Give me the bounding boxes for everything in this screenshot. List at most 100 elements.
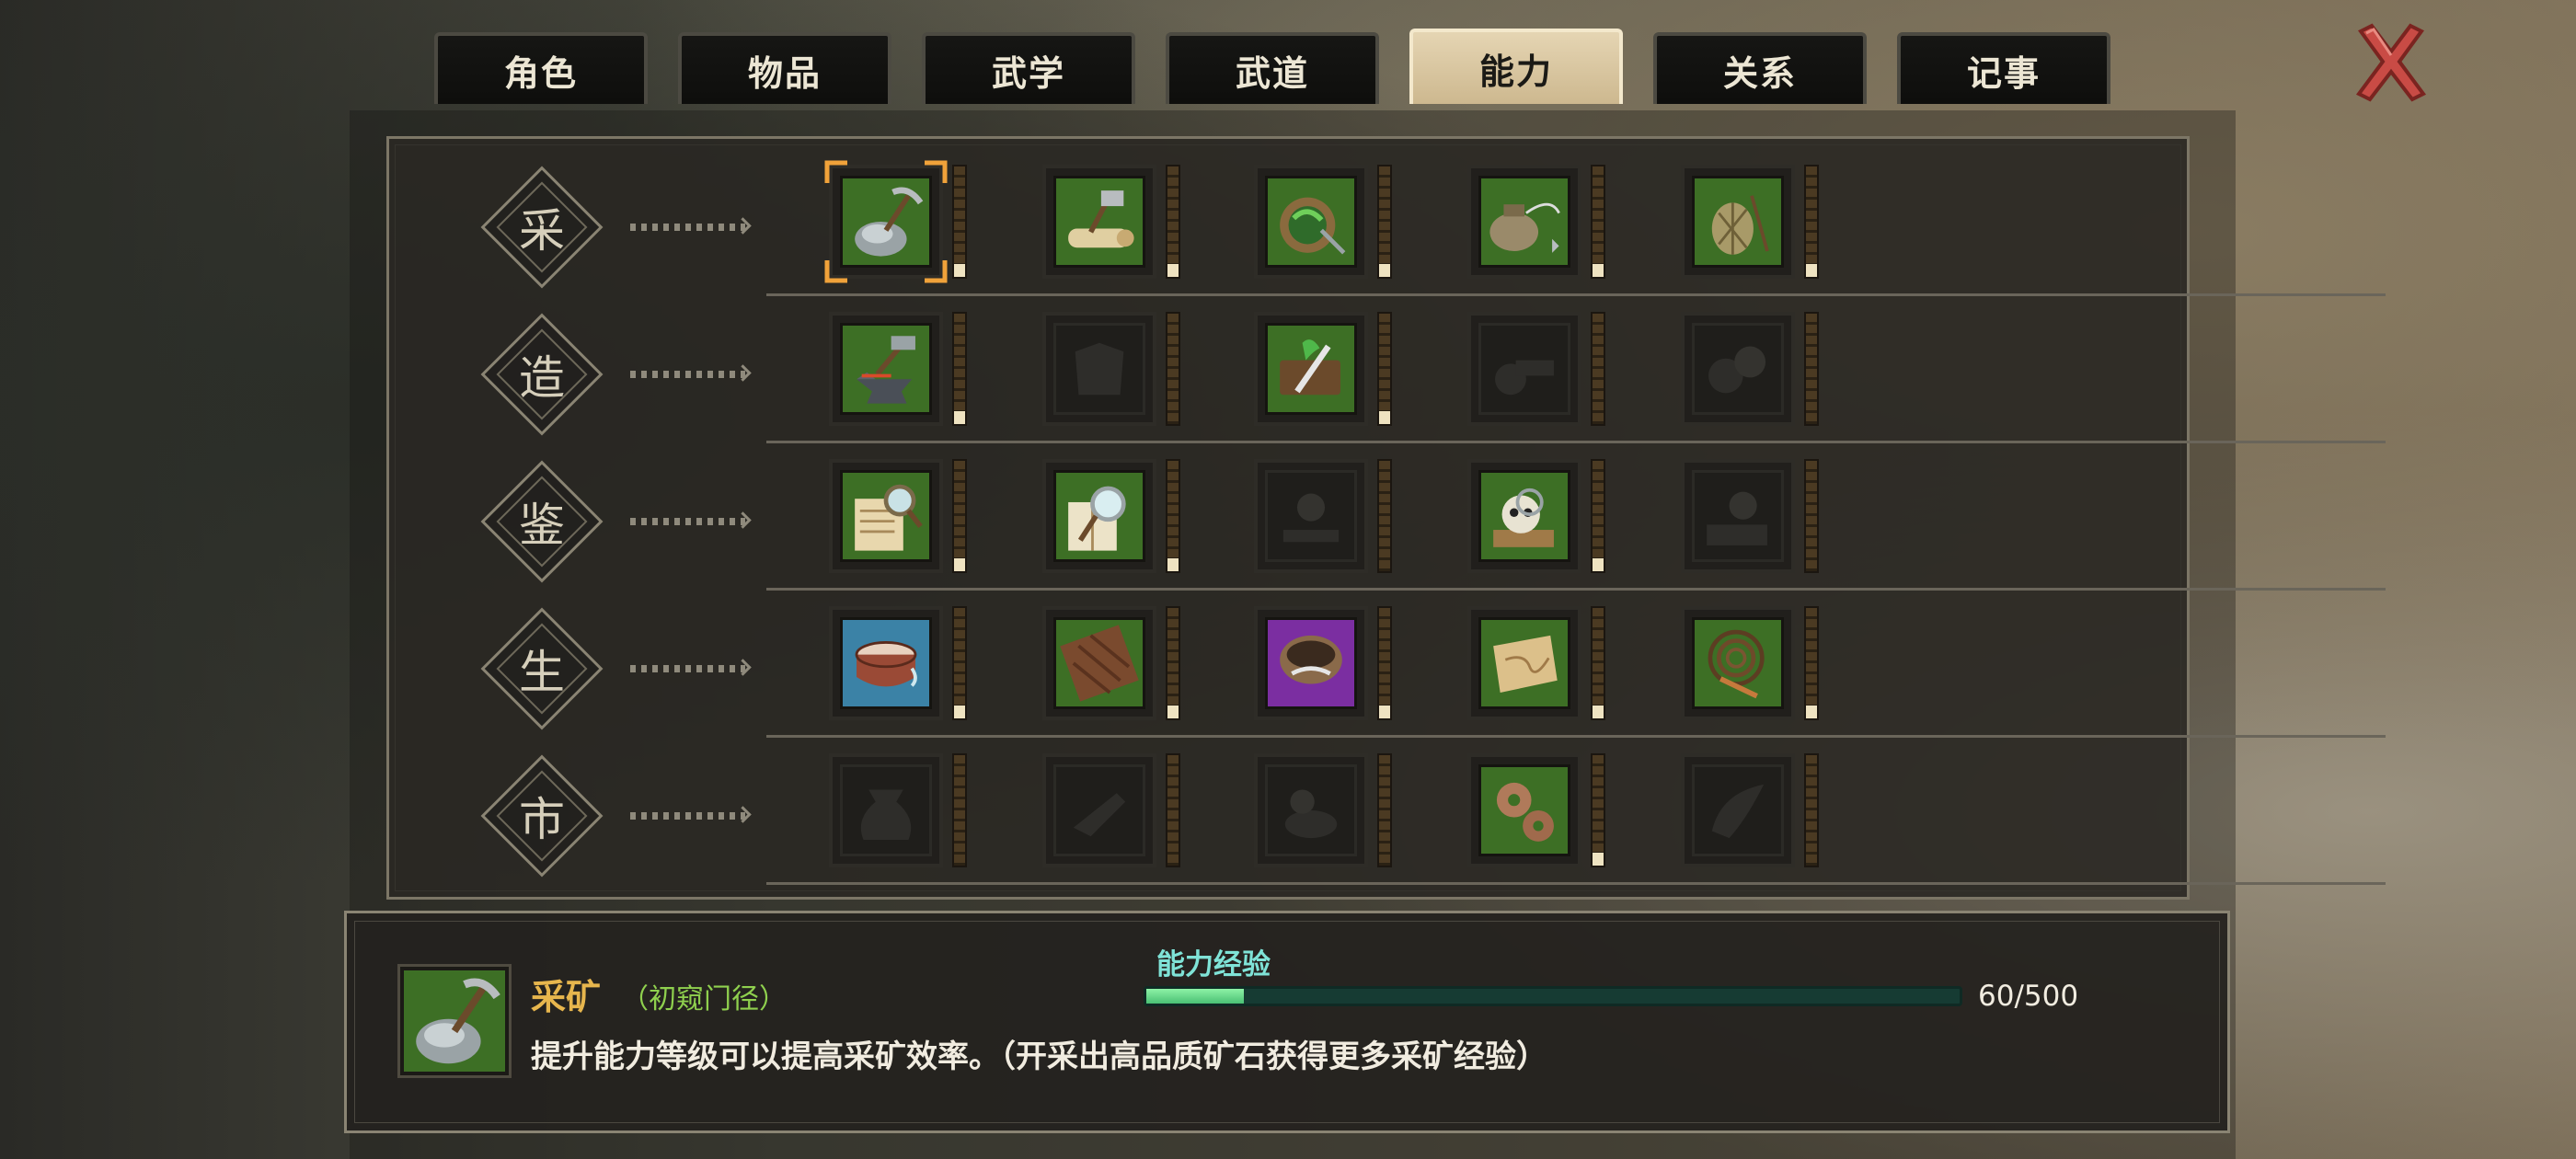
skill-level-fill (954, 557, 965, 571)
close-button[interactable] (2353, 20, 2429, 103)
skill-icon-tile (1692, 764, 1784, 856)
category-connector (630, 665, 745, 672)
skill-level-bar (1591, 459, 1605, 573)
net-trap-icon (1711, 195, 1769, 255)
tab-4[interactable]: 武道 (1166, 32, 1379, 104)
skill-slot[interactable] (1042, 312, 1180, 430)
category-connector (630, 518, 745, 525)
skill-slot[interactable] (1254, 459, 1392, 577)
skill-slot[interactable] (829, 312, 967, 430)
skill-icon-tile (840, 323, 932, 415)
skill-level-bar (1377, 753, 1392, 867)
skill-slot[interactable] (1467, 165, 1605, 282)
skill-level-fill (1593, 557, 1604, 571)
skill-slot[interactable] (1681, 312, 1819, 430)
skill-slot[interactable] (1467, 459, 1605, 577)
skill-level-bar (952, 312, 967, 426)
tab-6[interactable]: 关系 (1653, 32, 1867, 104)
detail-panel: 采矿 （初窥门径） 提升能力等级可以提高采矿效率。（开采出高品质矿石获得更多采矿… (344, 911, 2230, 1133)
skill-slot[interactable] (824, 160, 967, 283)
skill-icon-tile (1692, 470, 1784, 562)
skill-slot[interactable] (1681, 753, 1819, 871)
skill-level-fill (1167, 263, 1179, 277)
skill-slot[interactable] (829, 606, 967, 724)
stones-icon (1708, 346, 1766, 394)
skill-icon-tile (1265, 176, 1357, 268)
horn-icon (1711, 784, 1765, 839)
cannon-icon (1495, 360, 1554, 396)
herb-knife-icon (1280, 339, 1340, 396)
connector-arrow-icon (734, 806, 752, 823)
skill-slot[interactable] (1042, 606, 1180, 724)
selection-corners-icon (824, 160, 948, 283)
mortar-icon (1284, 789, 1338, 839)
tab-2[interactable]: 物品 (678, 32, 891, 104)
category-badge: 市 (477, 752, 606, 880)
herb-basket-icon (1280, 197, 1346, 255)
drum-icon (855, 641, 917, 687)
skill-level-bar (952, 753, 967, 867)
skill-level-fill (1806, 705, 1817, 718)
skill-level-fill (1806, 263, 1817, 277)
skill-slot[interactable] (1254, 312, 1392, 430)
whip-icon (1708, 629, 1765, 699)
category-badge: 生 (477, 604, 606, 733)
skill-slot[interactable] (1681, 459, 1819, 577)
skill-icon-tile (1478, 764, 1570, 856)
skill-level-bar (952, 606, 967, 720)
tab-5[interactable]: 能力 (1409, 29, 1623, 104)
pickaxe-ore-icon (416, 978, 500, 1064)
skill-slot[interactable] (1467, 753, 1605, 871)
chocolate-board-icon (1060, 625, 1139, 702)
skill-icon-tile (1265, 323, 1357, 415)
category-label: 市 (519, 793, 565, 846)
skill-level-fill (1379, 410, 1390, 424)
skill-level-fill (1167, 557, 1179, 571)
skill-level-bar (1591, 165, 1605, 279)
close-x-icon (2355, 23, 2427, 102)
skill-icon-tile (1692, 617, 1784, 709)
skull-magnifier-icon (1493, 488, 1554, 547)
skill-slot[interactable] (1254, 753, 1392, 871)
skill-icon-tile (1265, 764, 1357, 856)
skill-slot[interactable] (1042, 753, 1180, 871)
skill-slot[interactable] (1467, 606, 1605, 724)
scroll-magnifier-icon (855, 484, 923, 551)
skill-level-fill (954, 705, 965, 718)
skill-slot[interactable] (829, 459, 967, 577)
skill-slot[interactable] (1681, 165, 1819, 282)
skill-slot[interactable] (1681, 606, 1819, 724)
tab-1[interactable]: 角色 (434, 32, 648, 104)
skill-icon-tile (1478, 470, 1570, 562)
skill-slot[interactable] (1467, 312, 1605, 430)
detail-skill-description: 提升能力等级可以提高采矿效率。（开采出高品质矿石获得更多采矿经验） (531, 1039, 1547, 1075)
category-label: 采 (519, 204, 565, 258)
skill-slot[interactable] (829, 753, 967, 871)
bowl-icon (1280, 635, 1342, 684)
skill-slot[interactable] (1042, 165, 1180, 282)
skill-level-fill (1379, 263, 1390, 277)
skill-level-fill (1593, 705, 1604, 718)
gem-magnifier-icon (1707, 491, 1767, 545)
skill-level-fill (1379, 705, 1390, 718)
skill-slot[interactable] (1042, 459, 1180, 577)
skill-level-bar (1166, 753, 1180, 867)
skill-level-fill (954, 410, 965, 424)
skill-level-bar (1377, 459, 1392, 573)
tab-3[interactable]: 武学 (922, 32, 1135, 104)
tab-7[interactable]: 记事 (1897, 32, 2110, 104)
skill-level-bar (952, 459, 967, 573)
skill-icon-tile (1478, 176, 1570, 268)
detail-skill-icon (397, 964, 512, 1078)
skill-slot[interactable] (1254, 165, 1392, 282)
skill-level-bar (1804, 459, 1819, 573)
category-label: 造 (519, 351, 565, 405)
row-divider (766, 882, 2386, 885)
pointing-hand-icon (1073, 793, 1126, 837)
skill-icon-tile (1692, 176, 1784, 268)
category-badge: 鉴 (477, 457, 606, 586)
skill-icon-tile (1265, 617, 1357, 709)
axe-log-icon (1068, 190, 1134, 248)
skill-slot[interactable] (1254, 606, 1392, 724)
row-divider (766, 441, 2386, 443)
